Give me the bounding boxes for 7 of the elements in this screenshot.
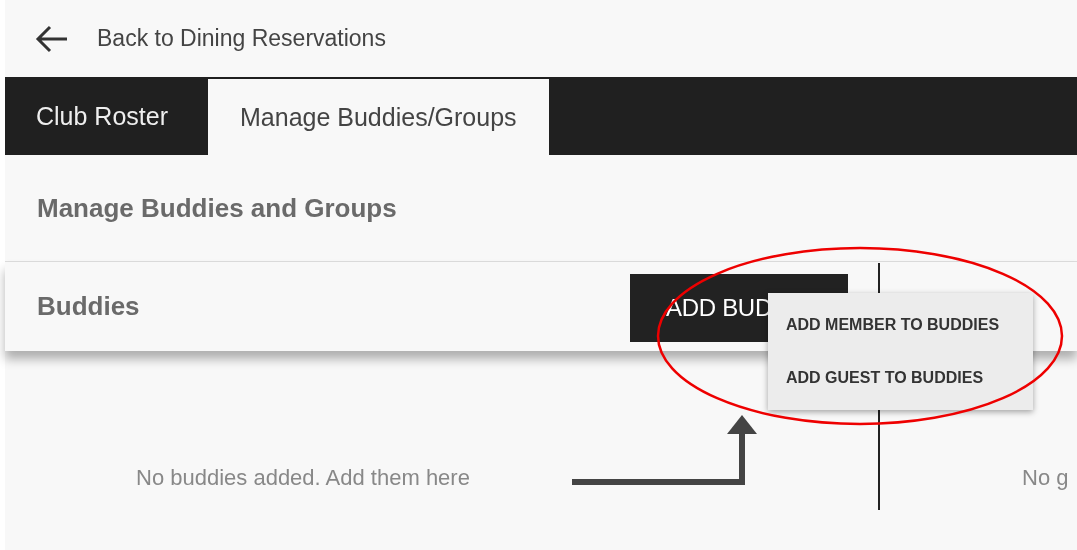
menu-item[interactable]: ADD GUEST TO BUDDIES: [768, 368, 1033, 387]
empty-message: No buddies added. Add them here: [136, 465, 470, 490]
back-arrow-icon[interactable]: [35, 23, 69, 54]
empty-message: No g: [1022, 465, 1069, 490]
section-title: Buddies: [36, 291, 141, 322]
tab[interactable]: Manage Buddies/Groups: [208, 79, 549, 155]
back-link[interactable]: Back to Dining Reservations: [97, 25, 386, 52]
